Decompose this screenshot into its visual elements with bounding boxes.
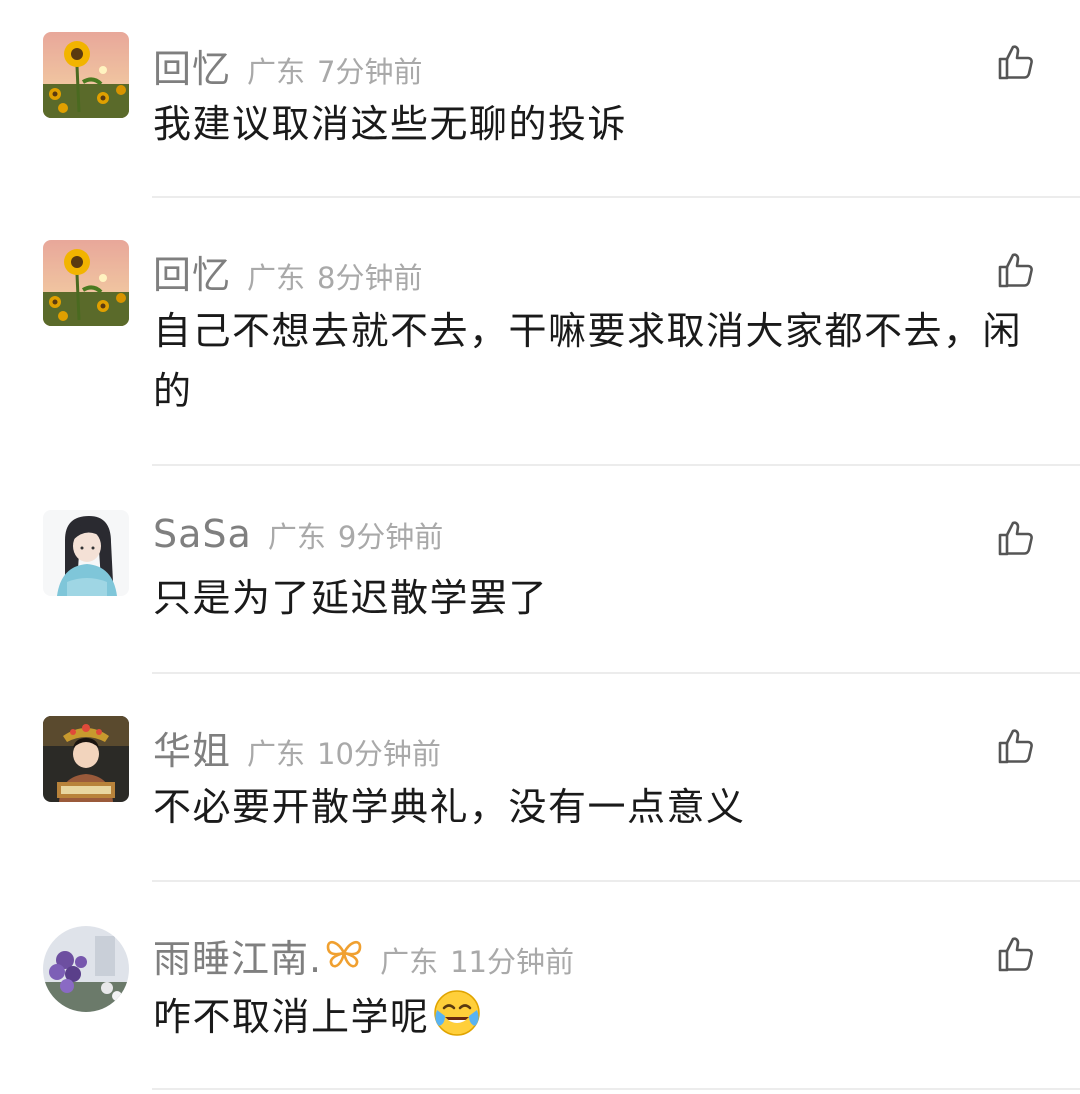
sunflower-avatar-icon	[43, 32, 129, 118]
location-label: 广东	[247, 55, 306, 89]
divider	[152, 1088, 1080, 1090]
comment-meta: 回忆 广东 7分钟前	[153, 38, 423, 91]
username[interactable]: 回忆	[153, 244, 231, 299]
comment-text[interactable]: 自己不想去就不去，干嘛要求取消大家都不去，闲的	[153, 301, 1043, 421]
thumbs-up-icon	[998, 937, 1033, 972]
location-label: 广东	[247, 261, 306, 295]
comment-text[interactable]: 我建议取消这些无聊的投诉	[153, 94, 1043, 154]
timestamp: 10分钟前	[317, 737, 441, 771]
avatar[interactable]	[43, 32, 129, 118]
like-button[interactable]	[996, 250, 1036, 290]
username[interactable]: 雨睡江南.	[153, 928, 322, 983]
comment-text[interactable]: 咋不取消上学呢	[153, 987, 1043, 1047]
comment-text-content: 咋不取消上学呢	[153, 995, 430, 1039]
location-label: 广东	[380, 945, 439, 979]
comment-meta: 雨睡江南. 广东 11分钟前	[153, 928, 575, 981]
thumbs-up-icon	[998, 45, 1033, 80]
like-button[interactable]	[996, 934, 1036, 974]
thumbs-up-icon	[998, 521, 1033, 556]
timestamp: 7分钟前	[317, 55, 423, 89]
thumbs-up-icon	[998, 253, 1033, 288]
thumbs-up-icon	[998, 729, 1033, 764]
purple-flowers-avatar-icon	[43, 926, 129, 1012]
divider	[152, 672, 1080, 674]
comment-meta: 华姐 广东 10分钟前	[153, 720, 441, 773]
anime-girl-avatar-icon	[43, 510, 129, 596]
timestamp: 8分钟前	[317, 261, 423, 295]
divider	[152, 196, 1080, 198]
avatar[interactable]	[43, 240, 129, 326]
butterfly-badge-icon	[324, 935, 364, 971]
location-label: 广东	[247, 737, 306, 771]
crying-laughing-emoji-icon	[432, 988, 482, 1038]
child-costume-avatar-icon	[43, 716, 129, 802]
comment-text[interactable]: 不必要开散学典礼，没有一点意义	[153, 777, 1043, 837]
avatar[interactable]	[43, 926, 129, 1012]
location-label: 广东	[267, 520, 326, 554]
avatar[interactable]	[43, 716, 129, 802]
comment-meta: 回忆 广东 8分钟前	[153, 244, 423, 297]
username[interactable]: SaSa	[153, 512, 252, 556]
comment-text[interactable]: 只是为了延迟散学罢了	[153, 568, 1043, 628]
like-button[interactable]	[996, 518, 1036, 558]
avatar[interactable]	[43, 510, 129, 596]
like-button[interactable]	[996, 726, 1036, 766]
comment-meta: SaSa 广东 9分钟前	[153, 512, 443, 562]
like-button[interactable]	[996, 42, 1036, 82]
divider	[152, 880, 1080, 882]
divider	[152, 464, 1080, 466]
timestamp: 11分钟前	[450, 945, 575, 979]
username[interactable]: 华姐	[153, 720, 231, 775]
username[interactable]: 回忆	[153, 38, 231, 93]
timestamp: 9分钟前	[337, 520, 444, 554]
sunflower-avatar-icon	[43, 240, 129, 326]
